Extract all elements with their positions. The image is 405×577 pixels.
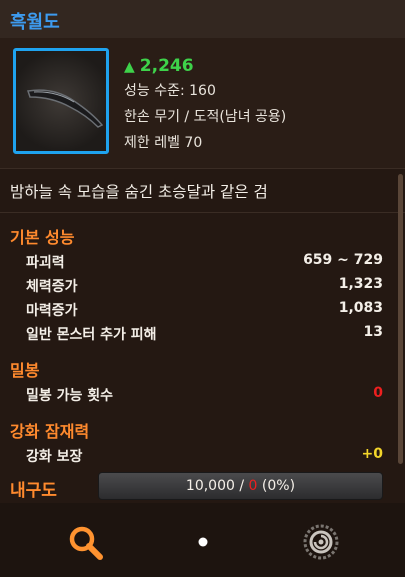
- search-icon[interactable]: [66, 523, 106, 563]
- title-bar: 흑월도: [0, 0, 405, 38]
- durability-label: 내구도: [10, 481, 57, 501]
- triangle-up-icon: ▲: [124, 59, 135, 75]
- spiral-icon[interactable]: [301, 522, 341, 562]
- enhance-row: 강화 보장 +0: [0, 446, 405, 468]
- stat-row: 마력증가 1,083: [0, 300, 405, 322]
- durability-percent: (0%): [261, 478, 296, 494]
- durability-current: 10,000: [185, 478, 235, 494]
- stat-row: 체력증가 1,323: [0, 276, 405, 298]
- durability-text: 10,000 / 0 (0%): [99, 478, 382, 494]
- item-power: ▲ 2,246: [124, 56, 194, 76]
- description-divider: [0, 212, 405, 213]
- page-dot-icon: [198, 537, 208, 547]
- seal-heading: 밀봉: [10, 361, 40, 380]
- enhance-value: +0: [361, 446, 383, 462]
- stat-label: 마력증가: [26, 303, 78, 319]
- scrollbar[interactable]: [398, 174, 403, 464]
- item-power-value: 2,246: [139, 56, 194, 76]
- durability-bar: 10,000 / 0 (0%): [98, 472, 383, 500]
- stat-label: 일반 몬스터 추가 피해: [26, 327, 157, 343]
- item-category: 한손 무기 / 도적(남녀 공용): [124, 109, 287, 125]
- stat-value: 13: [363, 324, 383, 340]
- header-divider: [0, 168, 405, 169]
- stat-label: 파괴력: [26, 255, 65, 271]
- bottom-toolbar: [0, 503, 405, 577]
- durability-slash: /: [239, 478, 245, 494]
- window-title: 흑월도: [10, 12, 60, 33]
- item-description: 밤하늘 속 모습을 숨긴 초승달과 같은 검: [10, 183, 268, 201]
- enhance-heading: 강화 잠재력: [10, 422, 90, 441]
- stat-value: 659 ~ 729: [303, 252, 383, 268]
- enhance-label: 강화 보장: [26, 449, 83, 465]
- stat-value: 1,323: [338, 276, 383, 292]
- seal-row: 밀봉 가능 횟수 0: [0, 385, 405, 407]
- seal-label: 밀봉 가능 횟수: [26, 388, 114, 404]
- item-icon-frame[interactable]: [13, 48, 109, 154]
- seal-value: 0: [373, 385, 383, 401]
- limit-level: 제한 레벨 70: [124, 135, 203, 151]
- sword-icon: [27, 89, 104, 128]
- level-requirement: 성능 수준: 160: [124, 83, 216, 99]
- stat-label: 체력증가: [26, 279, 78, 295]
- stat-value: 1,083: [338, 300, 383, 316]
- stat-row: 파괴력 659 ~ 729: [0, 252, 405, 274]
- stat-row: 일반 몬스터 추가 피해 13: [0, 324, 405, 346]
- basic-stats-heading: 기본 성능: [10, 228, 75, 247]
- durability-max: 0: [248, 478, 258, 494]
